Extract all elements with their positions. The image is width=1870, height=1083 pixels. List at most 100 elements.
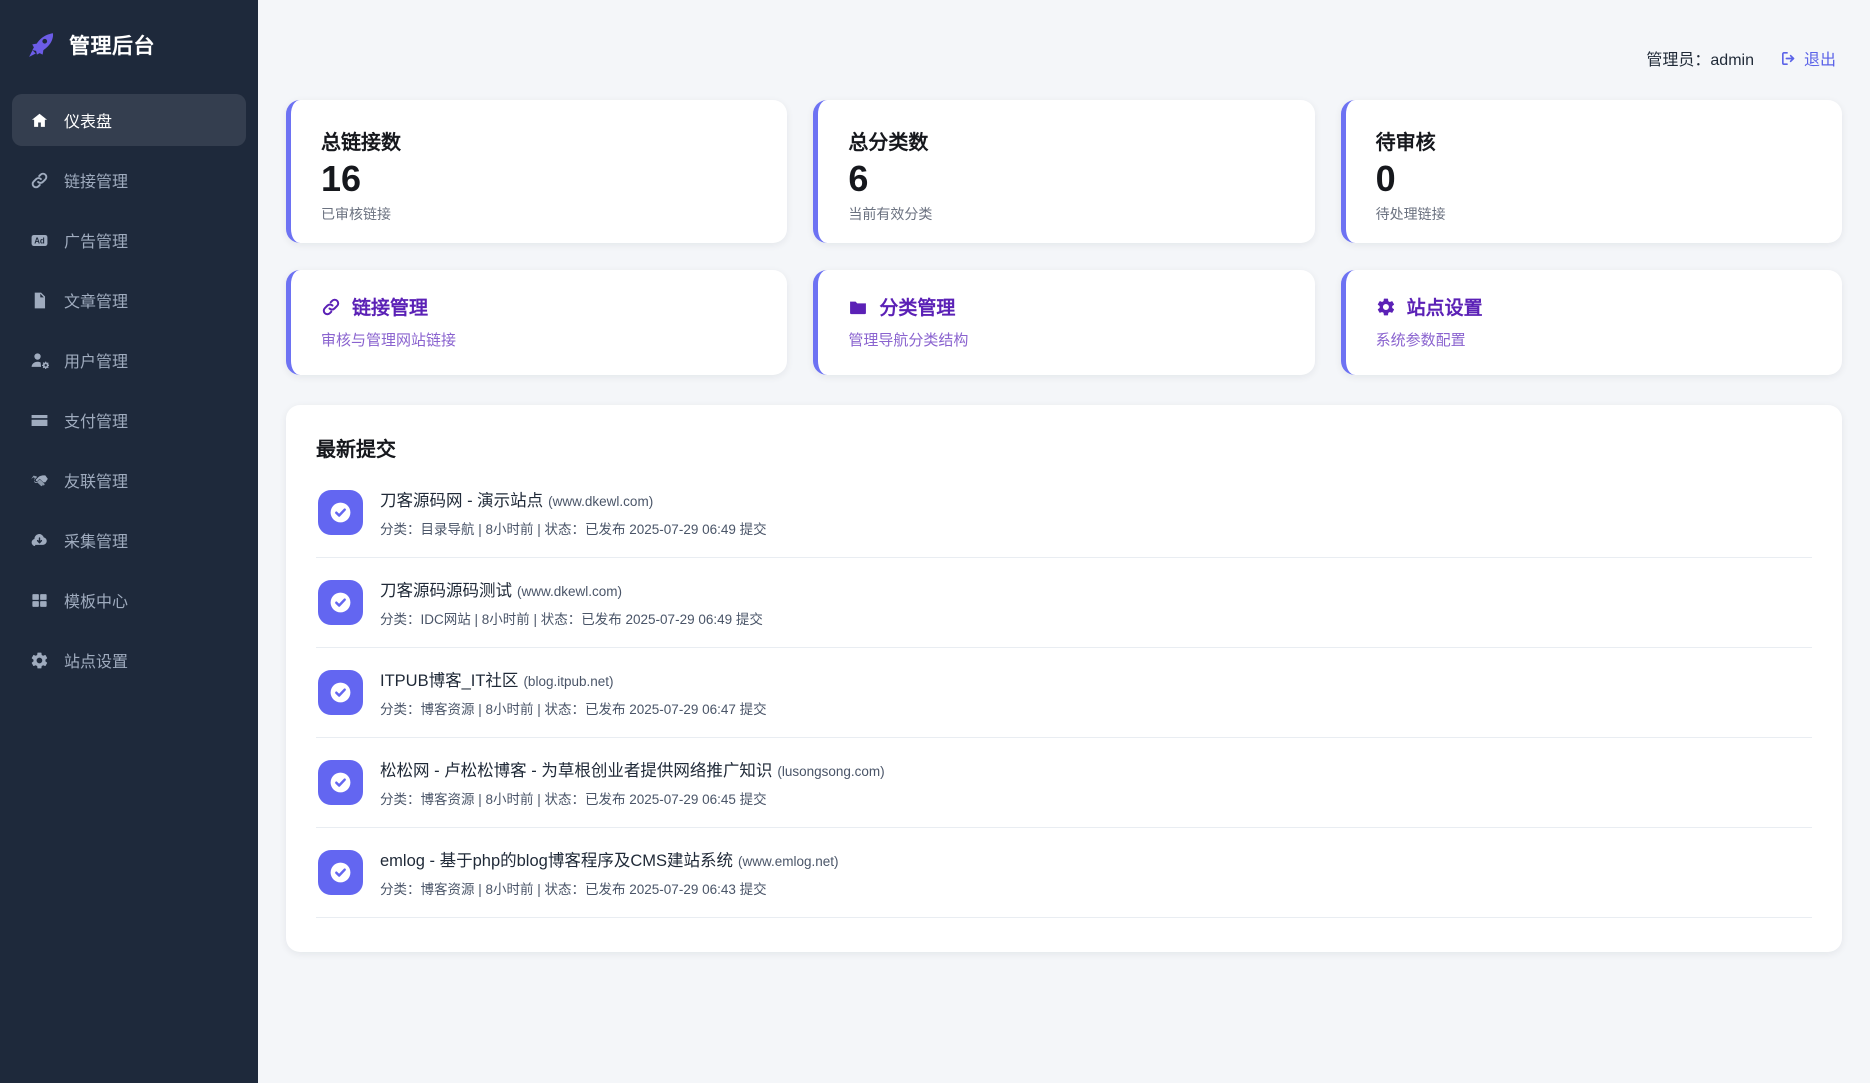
logout-label: 退出	[1803, 52, 1836, 69]
approved-badge	[318, 580, 363, 625]
sidebar-item-8[interactable]: 采集管理	[12, 514, 246, 566]
approved-badge	[318, 670, 363, 715]
site-domain: (www.emlog.net)	[738, 854, 839, 869]
sidebar-item-7[interactable]: 友联管理	[12, 454, 246, 506]
quick-action-title: 链接管理	[321, 293, 757, 320]
svg-text:Ad: Ad	[34, 236, 45, 245]
quick-action-card-1[interactable]: 链接管理审核与管理网站链接	[286, 270, 788, 375]
logout-icon	[1780, 50, 1797, 67]
sidebar-item-label: 支付管理	[64, 414, 129, 431]
recent-item-text: ITPUB博客_IT社区 (blog.itpub.net) 分类：博客资源 | 8小…	[380, 667, 767, 718]
rocket-icon	[26, 30, 56, 60]
stat-subtitle: 当前有效分类	[848, 206, 933, 222]
recent-item-1[interactable]: 刀客源码网 - 演示站点 (www.dkewl.com) 分类：目录导航 | 8小时…	[316, 468, 1812, 558]
quick-action-subtitle: 审核与管理网站链接	[321, 332, 457, 349]
file-icon	[30, 291, 49, 310]
quick-action-row: 链接管理 审核与管理网站链接 分类管理 管理导航分类结构 站点设置 系统参数配置	[286, 270, 1842, 375]
sidebar-item-label: 模板中心	[64, 594, 129, 611]
approved-badge	[318, 850, 363, 895]
sidebar-item-label: 采集管理	[64, 534, 129, 551]
logout-button[interactable]: 退出	[1780, 46, 1836, 70]
sidebar-item-1[interactable]: 仪表盘	[12, 94, 246, 146]
app-logo: 管理后台	[0, 0, 258, 84]
recent-item-text: 松松网 - 卢松松博客 - 为草根创业者提供网络推广知识 (lusongsong.…	[380, 757, 885, 808]
site-name: 松松网 - 卢松松博客 - 为草根创业者提供网络推广知识	[380, 762, 773, 780]
site-domain: (www.dkewl.com)	[517, 584, 623, 599]
stat-value: 0	[1375, 158, 1396, 199]
quick-action-subtitle: 系统参数配置	[1375, 332, 1466, 349]
recent-item-5[interactable]: emlog - 基于php的blog博客程序及CMS建站系统 (www.emlog…	[316, 828, 1812, 918]
quick-action-label: 站点设置	[1406, 298, 1483, 319]
quick-action-label: 链接管理	[352, 298, 429, 319]
recent-item-meta: 分类：IDC网站 | 8小时前 | 状态：已发布 2025-07-29 06:4…	[380, 612, 763, 627]
stat-card-2: 总分类数 6 当前有效分类	[813, 100, 1315, 243]
sidebar-item-label: 站点设置	[64, 654, 129, 671]
site-name: emlog - 基于php的blog博客程序及CMS建站系统	[380, 852, 733, 870]
recent-item-meta: 分类：博客资源 | 8小时前 | 状态：已发布 2025-07-29 06:45…	[380, 792, 767, 807]
recent-item-text: 刀客源码网 - 演示站点 (www.dkewl.com) 分类：目录导航 | 8小时…	[380, 487, 767, 538]
quick-action-card-2[interactable]: 分类管理管理导航分类结构	[813, 270, 1315, 375]
recent-item-meta: 分类：博客资源 | 8小时前 | 状态：已发布 2025-07-29 06:47…	[380, 702, 767, 717]
sidebar-item-label: 广告管理	[64, 234, 129, 251]
topbar: 管理员：admin 退出	[286, 0, 1842, 100]
site-domain: (www.dkewl.com)	[548, 494, 654, 509]
admin-name: admin	[1710, 52, 1754, 69]
stat-subtitle: 已审核链接	[321, 206, 391, 222]
admin-label: 管理员：	[1646, 52, 1711, 69]
link-icon	[30, 171, 49, 190]
gear-icon	[30, 651, 49, 670]
check-circle-icon	[328, 770, 353, 795]
recent-item-title-line: ITPUB博客_IT社区 (blog.itpub.net)	[380, 667, 767, 691]
sidebar-item-2[interactable]: 链接管理	[12, 154, 246, 206]
stat-card-1: 总链接数 16 已审核链接	[286, 100, 788, 243]
recent-item-text: emlog - 基于php的blog博客程序及CMS建站系统 (www.emlog…	[380, 847, 839, 898]
gear-icon	[1376, 297, 1396, 317]
recent-item-meta: 分类：目录导航 | 8小时前 | 状态：已发布 2025-07-29 06:49…	[380, 522, 767, 537]
sidebar-item-3[interactable]: Ad 广告管理	[12, 214, 246, 266]
app-title: 管理后台	[69, 35, 155, 58]
sidebar-item-5[interactable]: 用户管理	[12, 334, 246, 386]
recent-item-3[interactable]: ITPUB博客_IT社区 (blog.itpub.net) 分类：博客资源 | 8小…	[316, 648, 1812, 738]
home-icon	[30, 111, 49, 130]
check-circle-icon	[328, 860, 353, 885]
folder-icon	[848, 297, 868, 317]
recent-item-meta: 分类：博客资源 | 8小时前 | 状态：已发布 2025-07-29 06:43…	[380, 882, 767, 897]
recent-item-4[interactable]: 松松网 - 卢松松博客 - 为草根创业者提供网络推广知识 (lusongsong.…	[316, 738, 1812, 828]
grid-icon	[30, 591, 49, 610]
quick-action-title: 分类管理	[848, 293, 1284, 320]
sidebar-item-10[interactable]: 站点设置	[12, 634, 246, 686]
site-domain: (lusongsong.com)	[777, 764, 885, 779]
recent-item-text: 刀客源码源码测试 (www.dkewl.com) 分类：IDC网站 | 8小时前 |…	[380, 577, 763, 628]
sidebar-item-label: 友联管理	[64, 474, 129, 491]
credit-card-icon	[30, 411, 49, 430]
admin-info: 管理员：admin	[1646, 46, 1754, 70]
ad-icon: Ad	[30, 231, 49, 250]
stat-value: 16	[321, 158, 362, 199]
panel-title: 最新提交	[316, 439, 396, 461]
approved-badge	[318, 760, 363, 805]
quick-action-subtitle: 管理导航分类结构	[848, 332, 969, 349]
sidebar-item-6[interactable]: 支付管理	[12, 394, 246, 446]
handshake-icon	[30, 471, 49, 490]
stat-subtitle: 待处理链接	[1375, 206, 1446, 222]
site-name: ITPUB博客_IT社区	[380, 672, 519, 690]
quick-action-card-3[interactable]: 站点设置系统参数配置	[1340, 270, 1842, 375]
check-circle-icon	[328, 590, 353, 615]
site-domain: (blog.itpub.net)	[523, 674, 614, 689]
recent-item-2[interactable]: 刀客源码源码测试 (www.dkewl.com) 分类：IDC网站 | 8小时前 |…	[316, 558, 1812, 648]
stat-title: 总链接数	[321, 132, 401, 154]
stat-cards-row: 总链接数 16 已审核链接 总分类数 6 当前有效分类 待审核 0 待处理链接	[286, 100, 1842, 243]
main-content: 管理员：admin 退出 总链接数 16 已审核链接 总分类数 6 当前有效分类 待审核 0 待…	[258, 0, 1870, 1083]
sidebar-item-label: 仪表盘	[64, 114, 113, 131]
recent-submissions-list: 刀客源码网 - 演示站点 (www.dkewl.com) 分类：目录导航 | 8小时…	[316, 468, 1812, 918]
sidebar-item-4[interactable]: 文章管理	[12, 274, 246, 326]
sidebar-menu: 仪表盘链接管理 Ad 广告管理文章管理用户管理支付管理友联管理采集管理模板中心站点设…	[0, 84, 258, 696]
sidebar-item-label: 文章管理	[64, 294, 129, 311]
recent-item-title-line: emlog - 基于php的blog博客程序及CMS建站系统 (www.emlog…	[380, 847, 839, 871]
link-icon	[321, 297, 341, 317]
approved-badge	[318, 490, 363, 535]
site-name: 刀客源码源码测试	[380, 582, 512, 600]
sidebar-item-label: 链接管理	[64, 174, 129, 191]
sidebar-item-9[interactable]: 模板中心	[12, 574, 246, 626]
check-circle-icon	[328, 680, 353, 705]
